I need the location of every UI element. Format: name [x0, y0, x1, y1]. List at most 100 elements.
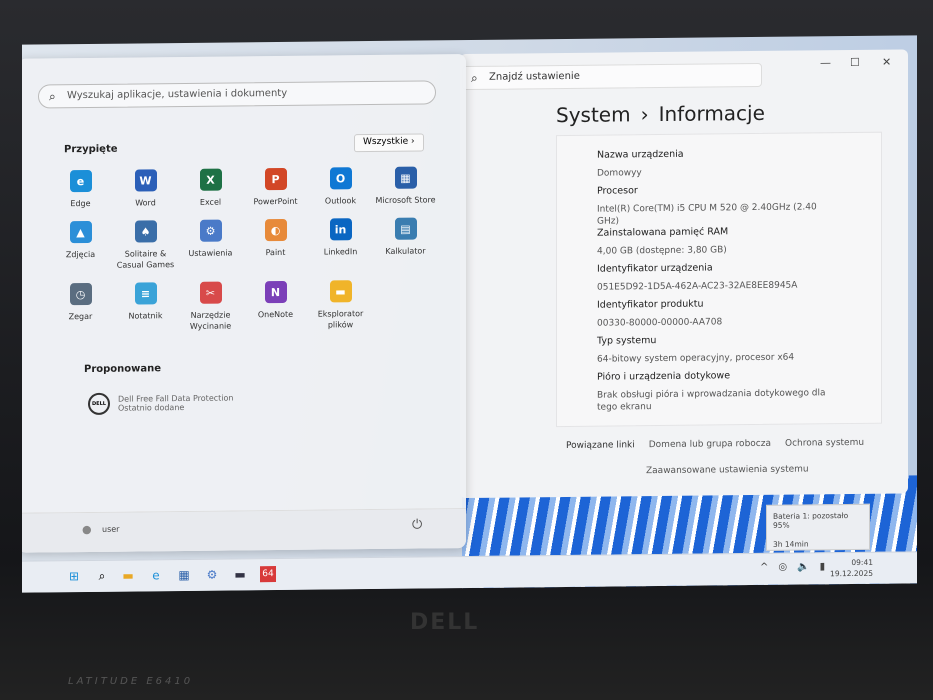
start-search-input[interactable]: ⌕ Wyszukaj aplikacje, ustawienia i dokume… [38, 80, 436, 109]
dell-logo-icon: DELL [88, 392, 110, 415]
calculator-icon: ▤ [394, 217, 417, 240]
app-tile[interactable]: ◐ Paint [243, 218, 308, 270]
user-button[interactable]: user [102, 525, 119, 534]
related-links: Powiązane linki Domena lub grupa robocza… [566, 438, 864, 451]
user-avatar-icon: ● [82, 522, 92, 537]
time: 09:41 [851, 557, 873, 568]
rec-item-subtitle: Ostatnio dodane [118, 402, 185, 413]
breadcrumb-system[interactable]: System [556, 102, 631, 127]
notepad-icon: ≡ [134, 282, 157, 305]
device-specs: Nazwa urządzenia Domowyy Procesor Intel(R) … [556, 131, 882, 428]
word-icon: W [134, 169, 157, 192]
battery-tooltip: Bateria 1: pozostało 95% 3h 14min [766, 503, 870, 551]
spec-label: Identyfikator produktu [597, 298, 704, 311]
app-label: LinkedIn [323, 247, 358, 257]
spec-label: Nazwa urządzenia [597, 148, 684, 161]
aida64-icon[interactable]: 64 [260, 566, 276, 583]
app-label: Excel [199, 197, 222, 207]
app-tile[interactable]: ▦ Microsoft Store [373, 166, 438, 206]
search-placeholder: Znajdź ustawienie [489, 70, 580, 83]
spec-label: Pióro i urządzenia dotykowe [597, 370, 731, 383]
system-tray: ^ ◎ 🔈 ▮ [760, 561, 825, 573]
model-label: LATITUDE E6410 [68, 676, 194, 687]
app-tile[interactable]: O Outlook [308, 167, 373, 207]
app-label: Edge [70, 198, 91, 209]
app-tile[interactable]: N OneNote [243, 280, 308, 332]
app-label: Narzędzie Wycinanie [189, 310, 232, 331]
battery-status: Bateria 1: pozostało 95% [773, 511, 849, 530]
app-tile[interactable]: ≡ Notatnik [113, 282, 178, 333]
volume-icon[interactable]: 🔈 [797, 561, 809, 572]
app-label: Solitaire & Casual Games [116, 249, 175, 270]
linkedin-icon: in [329, 218, 352, 241]
app-label: Microsoft Store [375, 195, 436, 205]
onenote-icon: N [264, 280, 287, 304]
spec-label: Procesor [597, 185, 638, 197]
app-tile[interactable]: ♠ Solitaire & Casual Games [113, 220, 178, 271]
app-window-icon[interactable]: ▬ [232, 566, 248, 582]
pinned-heading: Przypięte [64, 143, 118, 156]
file-explorer-icon[interactable]: ▬ [120, 567, 136, 583]
app-label: PowerPoint [253, 196, 298, 207]
photos-icon: ▲ [69, 220, 92, 244]
snipping-tool-icon: ✂ [199, 281, 222, 304]
solitaire-icon: ♠ [134, 220, 157, 243]
settings-window: ⌕ Znajdź ustawienie — ☐ ✕ System › Informac… [460, 49, 908, 499]
minimize-button[interactable]: — [820, 56, 831, 69]
app-label: Notatnik [128, 311, 163, 321]
app-label: Word [135, 198, 156, 208]
app-tile[interactable]: ⚙ Ustawienia [178, 219, 243, 270]
app-tile[interactable]: e Edge [48, 169, 113, 210]
settings-search-input[interactable]: ⌕ Znajdź ustawienie [462, 62, 762, 91]
dell-logo: DELL [410, 610, 480, 635]
screen: ⌕ Znajdź ustawienie — ☐ ✕ System › Informac… [22, 35, 917, 593]
app-tile[interactable]: ▲ Zdjęcia [48, 220, 113, 272]
app-label: Paint [265, 247, 286, 258]
app-label: Zdjęcia [65, 249, 96, 260]
app-tile[interactable]: ◷ Zegar [48, 282, 113, 334]
app-tile[interactable]: X Excel [178, 168, 243, 208]
domain-link[interactable]: Domena lub grupa robocza [649, 439, 771, 450]
recommended-item[interactable]: DELL Dell Free Fall Data Protection Ostat… [88, 391, 233, 415]
app-tile[interactable]: W Word [113, 169, 178, 209]
breadcrumb: System › Informacje [556, 101, 765, 127]
search-icon[interactable]: ⌕ [94, 568, 110, 584]
app-tile[interactable]: ▬ Eksplorator plików [308, 280, 373, 331]
app-label: OneNote [257, 309, 294, 320]
app-label: Zegar [68, 311, 93, 322]
clock-icon: ◷ [69, 282, 92, 306]
related-links-label: Powiązane linki [566, 440, 635, 451]
spec-label: Zainstalowana pamięć RAM [597, 226, 729, 239]
chevron-up-icon[interactable]: ^ [760, 562, 768, 573]
system-protection-link[interactable]: Ochrona systemu [785, 438, 864, 449]
windows-start-icon[interactable]: ⊞ [66, 568, 82, 584]
date: 19.12.2025 [830, 568, 873, 579]
battery-time: 3h 14min [773, 539, 809, 549]
app-tile[interactable]: ✂ Narzędzie Wycinanie [178, 281, 243, 332]
chevron-right-icon: › [640, 102, 649, 127]
spec-value: Brak obsługi pióra i wprowadzania dotyko… [597, 388, 826, 413]
edge-icon[interactable]: e [148, 567, 164, 583]
store-icon[interactable]: ▦ [176, 567, 192, 583]
spec-label: Identyfikator urządzenia [597, 262, 713, 275]
close-button[interactable]: ✕ [882, 56, 891, 69]
spec-label: Typ systemu [597, 335, 657, 347]
maximize-button[interactable]: ☐ [850, 56, 860, 69]
all-apps-button[interactable]: Wszystkie › [354, 133, 424, 153]
battery-icon[interactable]: ▮ [820, 561, 826, 572]
app-label: Eksplorator plików [317, 309, 364, 330]
power-icon[interactable]: ⏻ [412, 517, 422, 532]
app-tile[interactable]: P PowerPoint [243, 167, 308, 208]
app-tile[interactable]: in LinkedIn [308, 218, 373, 269]
powerpoint-icon: P [264, 167, 287, 191]
app-label: Ustawienia [188, 248, 233, 258]
start-menu: ⌕ Wyszukaj aplikacje, ustawienia i dokume… [22, 54, 466, 553]
network-icon[interactable]: ◎ [778, 562, 787, 573]
clock[interactable]: 09:41 19.12.2025 [830, 557, 873, 579]
advanced-settings-link[interactable]: Zaawansowane ustawienia systemu [646, 464, 809, 476]
pinned-apps: e Edge W Word X Excel P PowerPoint O Outlook ▦ Micr… [48, 166, 438, 333]
app-tile[interactable]: ▤ Kalkulator [373, 217, 438, 268]
store-icon: ▦ [394, 166, 417, 189]
settings-icon[interactable]: ⚙ [204, 567, 220, 583]
start-footer: ● user ⏻ [22, 508, 466, 553]
